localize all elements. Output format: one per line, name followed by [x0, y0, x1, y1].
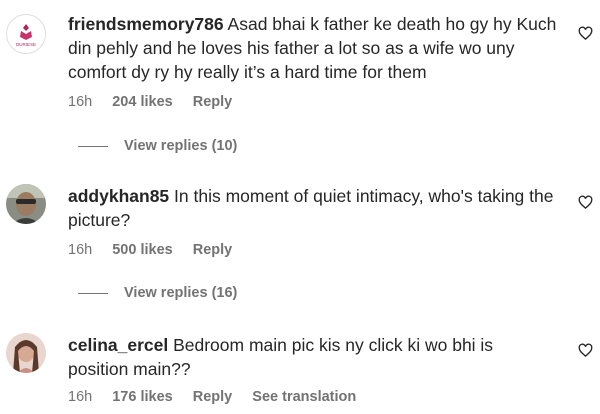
comment-likes[interactable]: 204 likes — [112, 94, 172, 110]
view-replies-label[interactable]: View replies (10) — [124, 138, 237, 154]
view-replies-button[interactable]: View replies (10) — [78, 138, 237, 154]
heart-outline-icon[interactable] — [578, 343, 593, 358]
avatar[interactable] — [6, 333, 46, 373]
replies-divider — [78, 145, 108, 147]
comment-time: 16h — [68, 94, 93, 110]
avatar-photo-icon — [6, 184, 46, 224]
view-replies-label[interactable]: View replies (16) — [124, 285, 237, 301]
reply-button[interactable]: Reply — [193, 389, 233, 405]
comment-likes[interactable]: 176 likes — [112, 389, 172, 405]
comment-time: 16h — [68, 389, 93, 405]
comment-text: friendsmemory786 Asad bhai k father ke d… — [68, 12, 558, 84]
reply-button[interactable]: Reply — [193, 242, 233, 258]
svg-text:DURIESE: DURIESE — [16, 42, 36, 47]
avatar[interactable] — [6, 184, 46, 224]
replies-divider — [78, 292, 108, 294]
comment-username[interactable]: friendsmemory786 — [68, 14, 224, 34]
avatar[interactable]: DURIESE — [6, 14, 46, 54]
comment-meta: 16h 176 likes Reply See translation — [68, 389, 372, 405]
see-translation-button[interactable]: See translation — [252, 389, 356, 405]
comment-text: celina_ercel Bedroom main pic kis ny cli… — [68, 333, 558, 381]
view-replies-button[interactable]: View replies (16) — [78, 285, 237, 301]
heart-outline-icon[interactable] — [578, 26, 593, 41]
reply-button[interactable]: Reply — [193, 94, 233, 110]
comment-time: 16h — [68, 242, 93, 258]
comment-meta: 16h 500 likes Reply — [68, 242, 248, 258]
avatar-photo-icon — [6, 333, 46, 373]
comment-likes[interactable]: 500 likes — [112, 242, 172, 258]
avatar-logo-icon: DURIESE — [7, 15, 45, 53]
comment-meta: 16h 204 likes Reply — [68, 94, 248, 110]
comment-username[interactable]: addykhan85 — [68, 186, 169, 206]
heart-outline-icon[interactable] — [578, 195, 593, 210]
comment-username[interactable]: celina_ercel — [68, 335, 168, 355]
comment-text: addykhan85 In this moment of quiet intim… — [68, 184, 558, 232]
